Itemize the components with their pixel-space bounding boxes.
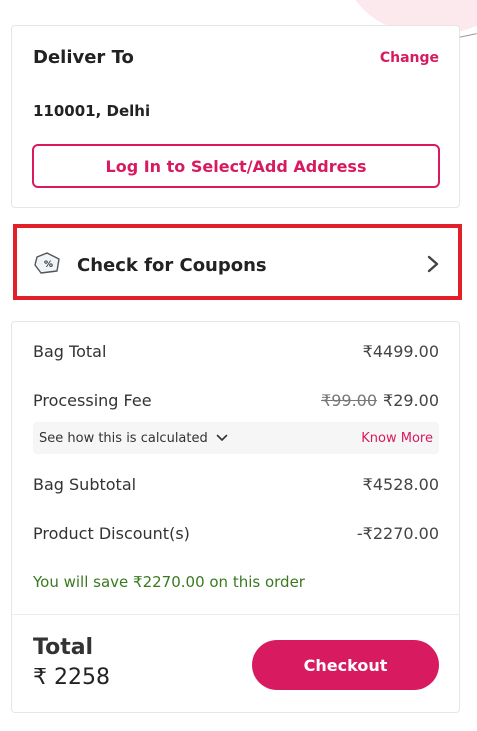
see-calculation-label: See how this is calculated: [39, 430, 208, 446]
bag-subtotal-value: ₹4528.00: [362, 475, 439, 494]
savings-message: You will save ₹2270.00 on this order: [33, 573, 305, 591]
total-value: ₹ 2258: [33, 665, 110, 690]
fee-calculation-bar: See how this is calculated Know More: [33, 422, 439, 454]
product-discount-value: -₹2270.00: [356, 524, 439, 543]
processing-fee-amount: ₹99.00 ₹29.00: [321, 391, 439, 410]
processing-fee-label: Processing Fee: [33, 391, 152, 410]
chevron-down-icon: [216, 434, 228, 441]
price-details-card: Bag Total ₹4499.00 Processing Fee ₹99.00…: [11, 321, 460, 713]
processing-fee-original: ₹99.00: [321, 391, 378, 410]
know-more-link[interactable]: Know More: [361, 431, 433, 446]
product-discount-row: Product Discount(s) -₹2270.00: [33, 524, 439, 543]
delivery-address: 110001, Delhi: [33, 102, 151, 120]
chevron-right-icon: [427, 255, 439, 273]
login-select-address-button[interactable]: Log In to Select/Add Address: [32, 144, 440, 188]
see-calculation-toggle[interactable]: See how this is calculated: [39, 431, 228, 446]
check-coupons-row[interactable]: % Check for Coupons: [13, 224, 462, 300]
deliver-title: Deliver To: [33, 47, 134, 68]
checkout-button[interactable]: Checkout: [252, 640, 439, 690]
product-discount-label: Product Discount(s): [33, 524, 190, 543]
cart-summary-page: Deliver To Change 110001, Delhi Log In t…: [0, 0, 477, 731]
deliver-to-card: Deliver To Change 110001, Delhi Log In t…: [11, 25, 460, 208]
bag-total-row: Bag Total ₹4499.00: [33, 342, 439, 361]
bag-subtotal-label: Bag Subtotal: [33, 475, 137, 494]
coupon-tag-icon: %: [34, 252, 60, 274]
change-address-link[interactable]: Change: [380, 50, 439, 66]
processing-fee-row: Processing Fee ₹99.00 ₹29.00: [33, 391, 439, 410]
bag-total-label: Bag Total: [33, 342, 107, 361]
processing-fee-value: ₹29.00: [383, 391, 439, 410]
bag-total-value: ₹4499.00: [362, 342, 439, 361]
total-label: Total: [33, 635, 94, 660]
coupon-label: Check for Coupons: [77, 255, 267, 276]
svg-text:%: %: [44, 260, 53, 270]
divider: [12, 614, 459, 615]
bag-subtotal-row: Bag Subtotal ₹4528.00: [33, 475, 439, 494]
